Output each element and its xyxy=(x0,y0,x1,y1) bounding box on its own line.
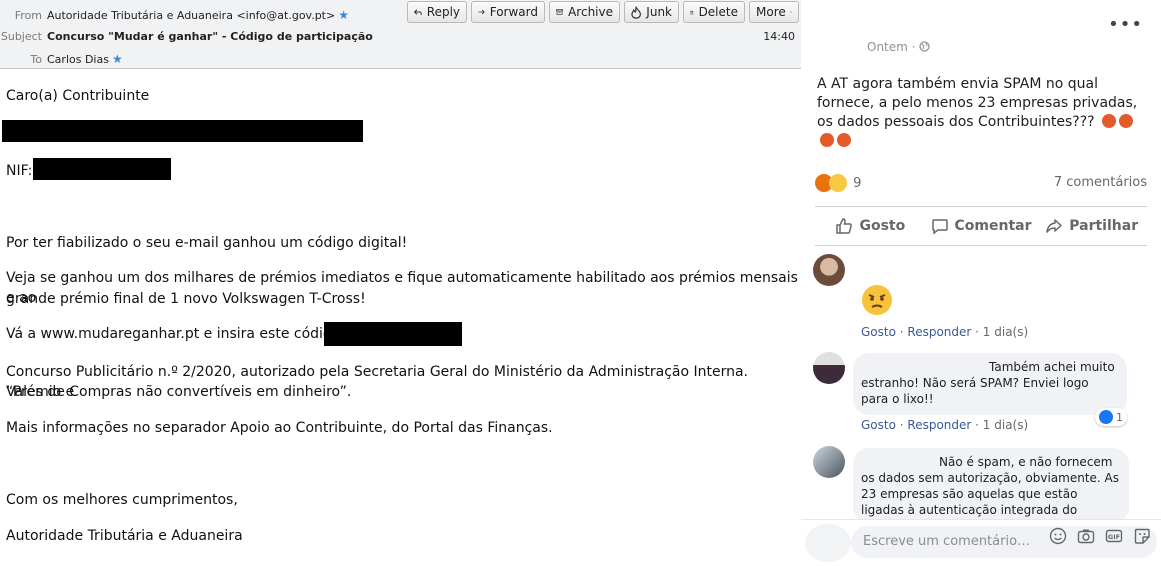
post-time[interactable]: Ontem xyxy=(867,40,908,54)
redacted-block xyxy=(2,120,363,142)
archive-icon xyxy=(556,9,563,15)
angry-face-icon xyxy=(862,285,892,315)
camera-icon[interactable] xyxy=(1077,527,1095,545)
comment-reply-link[interactable]: Responder xyxy=(907,418,971,432)
redacted-nif xyxy=(33,158,171,180)
sticker-icon[interactable] xyxy=(1133,527,1151,545)
reactions-row: 9 7 comentários xyxy=(815,174,1147,194)
closing: Com os melhores cumprimentos, xyxy=(6,492,238,508)
signature: Autoridade Tributária e Aduaneira xyxy=(6,528,243,544)
reaction-count[interactable]: 9 xyxy=(853,176,861,191)
share-button[interactable]: Partilhar xyxy=(1036,207,1147,245)
avatar xyxy=(805,524,851,562)
comment-meta: Gosto · Responder · 1 dia(s) xyxy=(861,325,1029,339)
from-label: From xyxy=(14,9,42,22)
avatar[interactable] xyxy=(813,446,845,478)
share-icon xyxy=(1046,219,1062,233)
archive-button[interactable]: Archive xyxy=(549,1,620,23)
more-label: More xyxy=(756,5,786,19)
svg-text:GIF: GIF xyxy=(1108,533,1120,541)
to-row: To Carlos Dias ★ xyxy=(0,52,123,66)
comment-time: 1 dia(s) xyxy=(982,418,1029,432)
like-label: Gosto xyxy=(859,218,906,234)
comment-like-link[interactable]: Gosto xyxy=(861,325,896,339)
comment-meta: Gosto · Responder · 1 dia(s) xyxy=(861,418,1029,432)
avatar[interactable] xyxy=(813,352,845,384)
comment-text: Não é spam, e não fornecem os dados sem … xyxy=(861,455,1119,523)
junk-label: Junk xyxy=(646,5,672,19)
gif-icon[interactable]: GIF xyxy=(1105,527,1123,545)
from-row: From Autoridade Tributária e Aduaneira <i… xyxy=(0,8,349,22)
post-text: A AT agora também envia SPAM no qual for… xyxy=(817,75,1147,151)
share-label: Partilhar xyxy=(1069,218,1139,234)
email-pane: From Autoridade Tributária e Aduaneira <i… xyxy=(0,0,801,565)
email-time: 14:40 xyxy=(763,30,795,43)
nif-label: NIF: xyxy=(6,163,33,179)
chevron-down-icon xyxy=(789,11,792,13)
comment-placeholder: Escreve um comentário… xyxy=(863,534,1031,549)
paragraph-prizes-2: grande prémio final de 1 novo Volkswagen… xyxy=(6,291,366,307)
junk-button[interactable]: Junk xyxy=(624,1,679,23)
post-actions: Gosto Comentar Partilhar xyxy=(815,206,1147,246)
post-meta: Ontem · xyxy=(867,40,930,54)
paragraph-legal-2: Vales de Compras não convertíveis em din… xyxy=(6,384,352,400)
forward-button[interactable]: Forward xyxy=(471,1,545,23)
email-toolbar: Reply Forward Archive Junk Delete More xyxy=(407,1,799,23)
facebook-post: ••• Ontem · A AT agora também envia SPAM… xyxy=(801,0,1161,566)
paragraph-site: Vá a www.mudareganhar.pt e insira este c… xyxy=(6,326,346,342)
comments-count[interactable]: 7 comentários xyxy=(1054,175,1147,190)
composer-icons: GIF xyxy=(1049,527,1151,545)
to-label: To xyxy=(30,53,42,66)
comment-reactions[interactable]: 1 xyxy=(1095,408,1127,426)
email-header: From Autoridade Tributária e Aduaneira <i… xyxy=(0,0,801,69)
comment-button[interactable]: Comentar xyxy=(926,207,1037,245)
star-icon[interactable]: ★ xyxy=(112,52,123,66)
avatar[interactable] xyxy=(813,254,845,286)
emoji-icon[interactable] xyxy=(1049,527,1067,545)
comment-reply-link[interactable]: Responder xyxy=(907,325,971,339)
more-options-icon[interactable]: ••• xyxy=(1108,14,1143,35)
to-value[interactable]: Carlos Dias xyxy=(47,53,109,66)
comment-label: Comentar xyxy=(954,218,1032,234)
delete-label: Delete xyxy=(698,5,738,19)
from-value[interactable]: Autoridade Tributária e Aduaneira <info@… xyxy=(47,9,335,22)
comment-icon xyxy=(931,219,948,235)
reply-label: Reply xyxy=(426,5,460,19)
delete-button[interactable]: Delete xyxy=(683,1,745,23)
redacted-code xyxy=(324,322,462,346)
subject-label: Subject xyxy=(0,30,42,43)
subject-value: Concurso "Mudar é ganhar" - Código de pa… xyxy=(47,30,373,43)
comment-composer: Escreve um comentário… GIF xyxy=(801,519,1161,566)
forward-label: Forward xyxy=(489,5,538,19)
more-button[interactable]: More xyxy=(749,1,799,23)
greeting: Caro(a) Contribuinte xyxy=(6,88,150,104)
subject-row: Subject Concurso "Mudar é ganhar" - Códig… xyxy=(0,30,373,43)
comment-time: 1 dia(s) xyxy=(982,325,1029,339)
thumbs-up-icon xyxy=(836,218,853,234)
paragraph-code: Por ter fiabilizado o seu e-mail ganhou … xyxy=(6,235,408,251)
wow-reaction-icon[interactable] xyxy=(829,174,847,192)
archive-label: Archive xyxy=(568,5,613,19)
globe-icon xyxy=(919,41,930,52)
like-reaction-icon xyxy=(1099,410,1113,424)
comment-reaction-count: 1 xyxy=(1116,410,1123,424)
forward-icon xyxy=(478,9,485,15)
star-icon[interactable]: ★ xyxy=(338,8,349,22)
comment-text: Também achei muito estranho! Não será SP… xyxy=(861,360,1115,406)
comment-bubble: Também achei muito estranho! Não será SP… xyxy=(853,353,1127,415)
paragraph-info: Mais informações no separador Apoio ao C… xyxy=(6,420,553,436)
post-text-body: A AT agora também envia SPAM no qual for… xyxy=(817,76,1138,130)
reply-button[interactable]: Reply xyxy=(407,1,467,23)
like-button[interactable]: Gosto xyxy=(815,207,926,245)
trash-icon xyxy=(690,10,694,14)
flame-icon xyxy=(631,5,641,19)
reply-icon xyxy=(414,9,422,15)
comment-bubble: Não é spam, e não fornecem os dados sem … xyxy=(853,448,1129,523)
comment-like-link[interactable]: Gosto xyxy=(861,418,896,432)
